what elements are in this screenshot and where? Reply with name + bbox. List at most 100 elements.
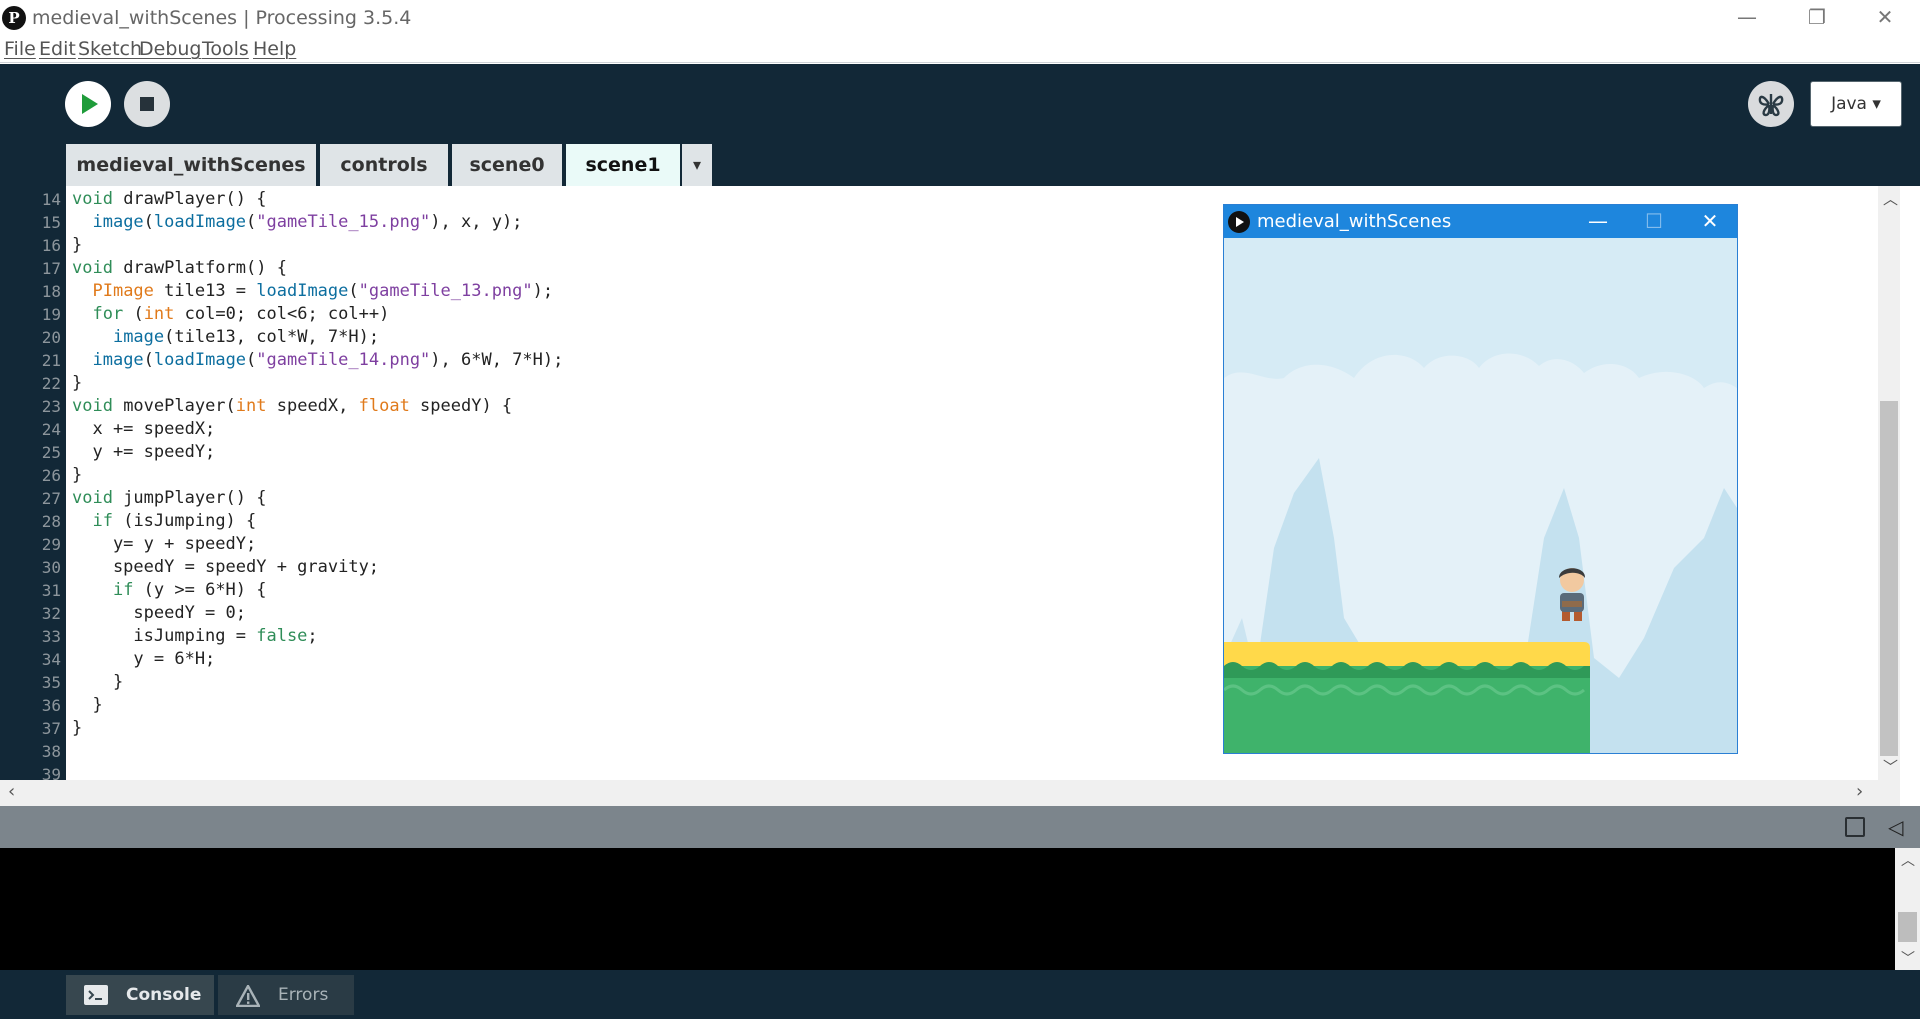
code-line: } — [72, 465, 83, 485]
scroll-up-icon[interactable]: ︿ — [1901, 850, 1915, 870]
code-line: void jumpPlayer() { — [72, 488, 267, 508]
game-canvas — [1224, 238, 1737, 753]
code-line: void movePlayer(int speedX, float speedY… — [72, 396, 513, 416]
line-number: 17 — [41, 259, 61, 278]
scroll-down-icon[interactable]: ﹀ — [1901, 948, 1915, 968]
warning-icon — [236, 985, 260, 1007]
toolbar: Java ▾ medieval_withScenes controls scen… — [0, 64, 1920, 186]
tab-scene0[interactable]: scene0 — [452, 144, 562, 186]
grass-platform — [1224, 642, 1590, 753]
line-number: 22 — [41, 374, 61, 393]
line-number: 29 — [41, 535, 61, 554]
sketch-app-icon — [1228, 211, 1250, 233]
scrollbar-thumb[interactable] — [1898, 912, 1917, 942]
processing-logo-icon: P — [2, 6, 26, 30]
collapse-console-icon[interactable]: ◁ — [1888, 815, 1903, 839]
code-line: } — [72, 235, 83, 255]
line-number: 21 — [41, 351, 61, 370]
line-number: 28 — [41, 512, 61, 531]
code-line: image(tile13, col*W, 7*H); — [112, 327, 380, 347]
scroll-right-icon[interactable]: › — [1856, 781, 1863, 802]
console-header: ◁ — [0, 806, 1920, 848]
tab-console[interactable]: Console — [66, 975, 214, 1015]
sketch-window-title: medieval_withScenes — [1257, 211, 1452, 232]
scroll-up-icon[interactable]: ︿ — [1883, 188, 1898, 209]
line-number: 31 — [41, 581, 61, 600]
line-number: 30 — [41, 558, 61, 577]
code-line: isJumping = false; — [72, 626, 318, 646]
editor-vertical-scrollbar[interactable]: ︿ ﹀ — [1878, 186, 1900, 780]
tab-medieval-withscenes[interactable]: medieval_withScenes — [66, 144, 316, 186]
close-button[interactable]: ✕ — [1850, 0, 1920, 34]
sketch-close-button[interactable]: ✕ — [1682, 205, 1737, 238]
code-line: } — [72, 718, 83, 738]
minimize-button[interactable]: — — [1712, 0, 1782, 34]
scrollbar-thumb[interactable] — [1880, 401, 1898, 756]
line-number: 38 — [41, 742, 61, 761]
line-number: 35 — [41, 673, 61, 692]
line-number: 36 — [41, 696, 61, 715]
editor-horizontal-scrollbar[interactable]: ‹ › — [0, 780, 1900, 806]
tab-console-label: Console — [126, 985, 202, 1005]
code-line: y= y + speedY; — [72, 534, 257, 554]
tab-errors-label: Errors — [278, 985, 329, 1005]
line-number: 37 — [41, 719, 61, 738]
code-line: } — [72, 672, 124, 692]
line-number: 18 — [41, 282, 61, 301]
restore-button[interactable]: ❐ — [1782, 0, 1852, 34]
menu-bar: File Edit Sketch Debug Tools Help — [0, 36, 1920, 63]
line-number: 14 — [41, 190, 61, 209]
stop-icon — [140, 97, 154, 111]
menu-debug[interactable]: Debug — [139, 38, 201, 60]
code-line: for (int col=0; col<6; col++) — [92, 304, 390, 324]
line-number: 26 — [41, 466, 61, 485]
code-line: y = 6*H; — [72, 649, 216, 669]
line-number: 20 — [41, 328, 61, 347]
mode-selector[interactable]: Java ▾ — [1810, 81, 1902, 127]
window-title: medieval_withScenes | Processing 3.5.4 — [32, 7, 412, 29]
line-number: 39 — [41, 765, 61, 780]
line-number: 24 — [41, 420, 61, 439]
code-line: if (y >= 6*H) { — [112, 580, 267, 600]
line-number: 33 — [41, 627, 61, 646]
menu-edit[interactable]: Edit — [39, 38, 76, 60]
menu-tools[interactable]: Tools — [202, 38, 249, 60]
butterfly-icon — [1758, 94, 1784, 117]
sketch-maximize-button[interactable]: ☐ — [1626, 205, 1682, 238]
code-line: speedY = 0; — [72, 603, 246, 623]
line-number: 32 — [41, 604, 61, 623]
line-number: 15 — [41, 213, 61, 232]
tab-scene1[interactable]: scene1 — [566, 144, 680, 186]
code-line: void drawPlatform() { — [72, 258, 287, 278]
line-number: 34 — [41, 650, 61, 669]
debug-button[interactable] — [1748, 81, 1794, 127]
stop-button[interactable] — [124, 81, 170, 127]
code-line: if (isJumping) { — [92, 511, 257, 531]
menu-help[interactable]: Help — [253, 38, 296, 60]
run-button[interactable] — [65, 81, 111, 127]
menu-file[interactable]: File — [4, 38, 36, 60]
tab-menu-button[interactable]: ▾ — [682, 144, 712, 186]
code-line: x += speedX; — [72, 419, 216, 439]
copy-console-icon[interactable] — [1845, 817, 1865, 837]
code-line: image(loadImage("gameTile_15.png"), x, y… — [92, 212, 523, 232]
console-output[interactable] — [0, 848, 1895, 970]
tab-controls[interactable]: controls — [320, 144, 448, 186]
line-number: 16 — [41, 236, 61, 255]
sketch-window[interactable]: medieval_withScenes — ☐ ✕ — [1223, 204, 1738, 754]
code-line: image(loadImage("gameTile_14.png"), 6*W,… — [92, 350, 564, 370]
code-line: y += speedY; — [72, 442, 216, 462]
line-number-gutter: 14 15 16 17 18 19 20 21 22 23 24 25 26 2… — [0, 186, 66, 780]
editor-margin — [1900, 186, 1920, 806]
code-line: void drawPlayer() { — [72, 189, 267, 209]
menu-sketch[interactable]: Sketch — [78, 38, 142, 60]
title-bar: P medieval_withScenes | Processing 3.5.4… — [0, 0, 1920, 36]
tab-errors[interactable]: Errors — [218, 975, 354, 1015]
console-scrollbar[interactable]: ︿ ﹀ — [1895, 848, 1920, 970]
line-number: 27 — [41, 489, 61, 508]
scroll-down-icon[interactable]: ﹀ — [1883, 756, 1898, 777]
line-number: 25 — [41, 443, 61, 462]
scroll-left-icon[interactable]: ‹ — [8, 781, 15, 802]
sketch-title-bar: medieval_withScenes — ☐ ✕ — [1224, 205, 1737, 238]
sketch-minimize-button[interactable]: — — [1570, 205, 1626, 238]
